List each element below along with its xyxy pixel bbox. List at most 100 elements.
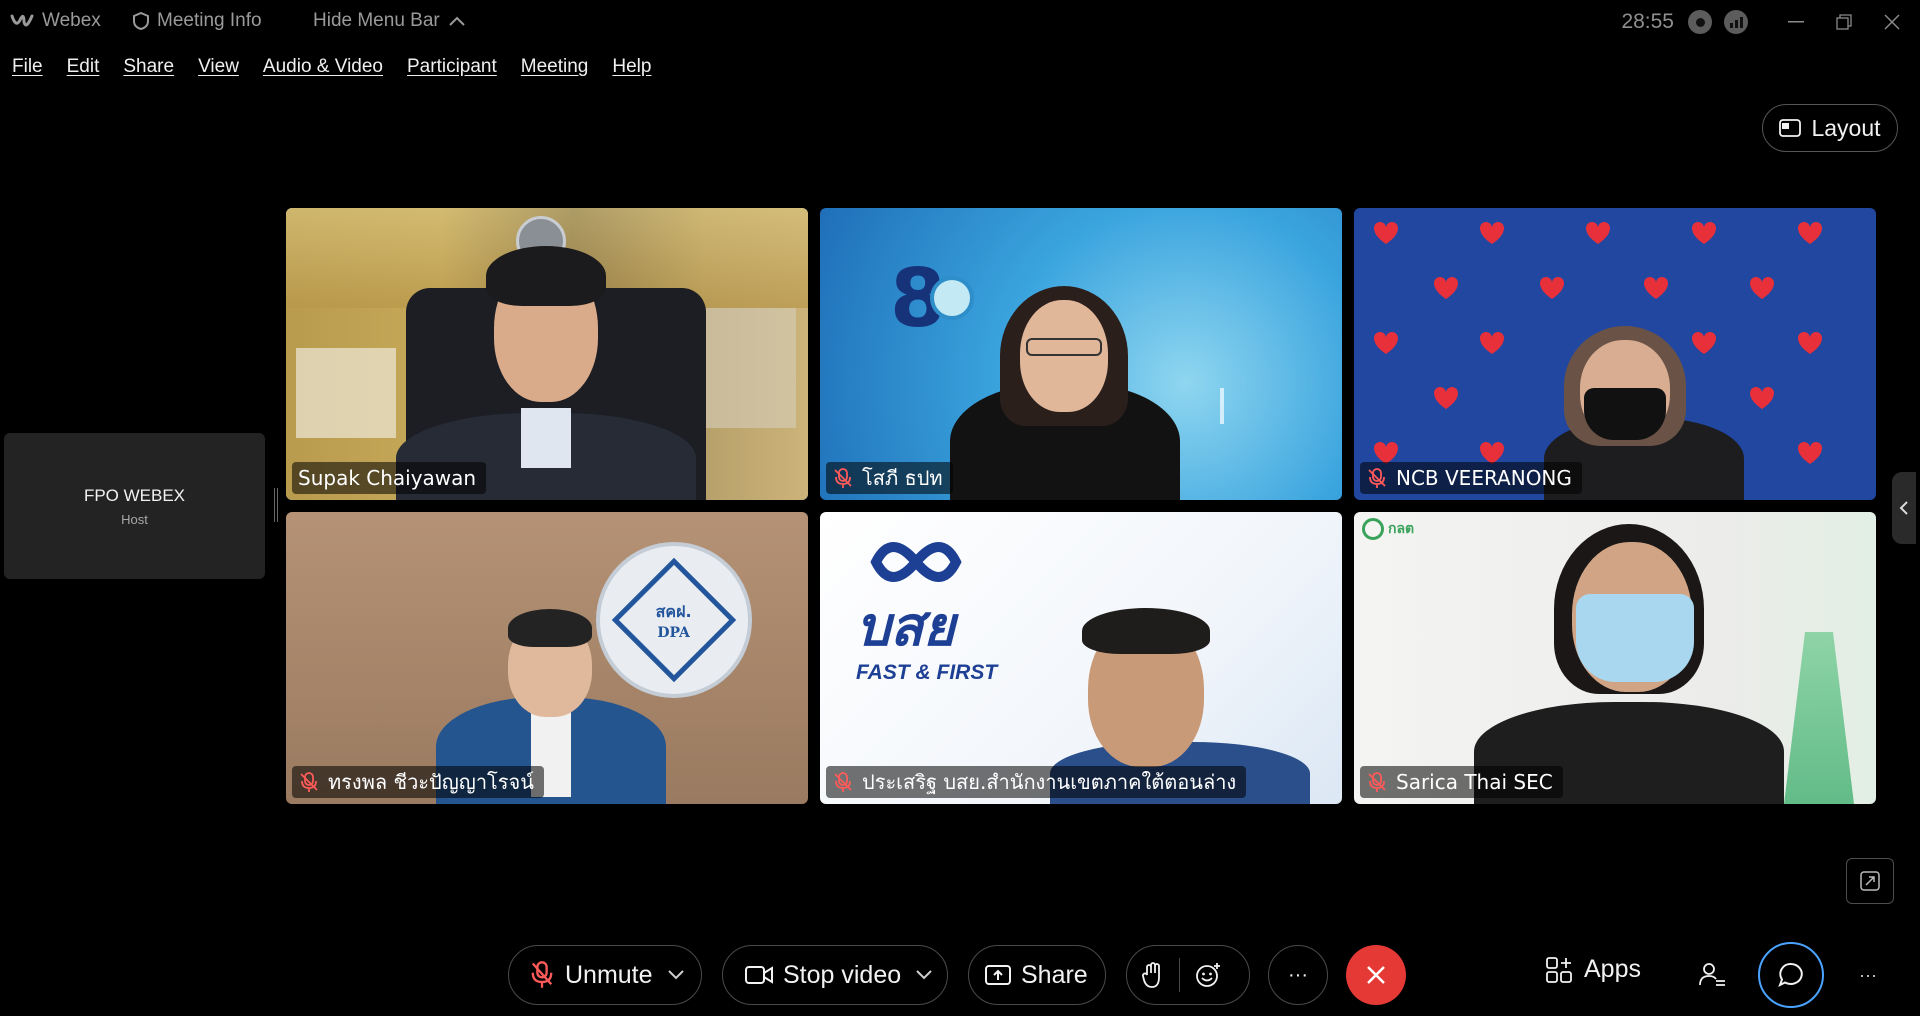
layout-label: Layout [1811, 114, 1881, 141]
mic-muted-icon [834, 468, 852, 488]
menu-help[interactable]: Help [612, 56, 651, 78]
share-button[interactable]: Share [968, 945, 1106, 1005]
panel-splitter[interactable] [274, 488, 278, 522]
apps-grid-icon [1546, 956, 1572, 983]
video-feed: 8 [820, 208, 1342, 500]
unmute-label: Unmute [565, 960, 653, 989]
collapse-panel-button[interactable] [1892, 472, 1916, 544]
meeting-info-label: Meeting Info [157, 10, 262, 31]
chat-button[interactable] [1758, 942, 1824, 1008]
recording-indicator-icon[interactable] [1688, 10, 1712, 34]
chevron-left-icon [1899, 501, 1908, 515]
apps-label: Apps [1584, 955, 1641, 983]
fullscreen-button[interactable] [1846, 858, 1894, 904]
chevron-down-icon[interactable] [667, 969, 685, 981]
participant-label: โสภี ธปท [826, 462, 953, 494]
chat-bubble-icon [1778, 963, 1803, 988]
leave-meeting-button[interactable] [1346, 945, 1406, 1005]
participant-name: NCB VEERANONG [1396, 466, 1572, 490]
participant-label: NCB VEERANONG [1360, 462, 1582, 494]
participants-icon [1699, 963, 1725, 986]
hide-menu-bar-button[interactable]: Hide Menu Bar [313, 10, 466, 32]
video-camera-icon [745, 966, 773, 984]
menu-audio-video[interactable]: Audio & Video [263, 56, 383, 78]
video-tile[interactable]: Supak Chaiyawan [286, 208, 808, 500]
mic-muted-icon [1368, 772, 1386, 792]
close-icon [1367, 966, 1385, 984]
bot-80-logo: 8 [880, 238, 980, 345]
more-options-label: ··· [1288, 963, 1308, 986]
hide-menu-label: Hide Menu Bar [313, 10, 440, 31]
restore-button[interactable] [1822, 0, 1866, 44]
bsy-logo-text: บสย [856, 595, 955, 658]
participant-label: Supak Chaiyawan [292, 462, 487, 494]
participant-name: โสภี ธปท [862, 466, 943, 490]
mic-muted-icon [1368, 468, 1386, 488]
host-card[interactable]: FPO WEBEX Host [4, 433, 265, 579]
participant-name: ประเสริฐ บสย.สำนักงานเขตภาคใต้ตอนล่าง [862, 770, 1237, 794]
close-icon [1884, 14, 1900, 30]
bsy-infinity-logo [870, 542, 962, 582]
more-menu-button[interactable]: ··· [1838, 945, 1898, 1005]
minimize-button[interactable] [1774, 0, 1818, 44]
stop-video-label: Stop video [783, 960, 902, 989]
reactions-icon[interactable] [1194, 961, 1222, 989]
mic-muted-icon [531, 961, 553, 988]
sec-logo: กลต [1362, 518, 1414, 540]
participant-label: ประเสริฐ บสย.สำนักงานเขตภาคใต้ตอนล่าง [826, 766, 1247, 798]
participants-button[interactable] [1682, 945, 1742, 1005]
webex-logo-icon [10, 14, 34, 27]
share-screen-icon [985, 965, 1011, 985]
participant-label: Sarica Thai SEC [1360, 766, 1563, 798]
mic-muted-icon [834, 772, 852, 792]
share-label: Share [1021, 960, 1088, 989]
bsy-logo: บสย FAST & FIRST [856, 532, 1026, 685]
dpa-seal-name: สคฝ. [656, 601, 692, 621]
stop-video-button[interactable]: Stop video [722, 945, 948, 1005]
menu-bar: File Edit Share View Audio & Video Parti… [0, 50, 663, 84]
apps-button[interactable]: Apps [1546, 955, 1641, 984]
reactions-group [1126, 945, 1250, 1005]
app-title: Webex [10, 10, 101, 32]
minimize-icon [1788, 21, 1804, 23]
title-bar: Webex Meeting Info Hide Menu Bar 28:55 [0, 0, 1920, 44]
mic-muted-icon [300, 772, 318, 792]
sec-logo-text: กลต [1388, 521, 1415, 537]
dpa-seal-logo: สคฝ. DPA [596, 542, 752, 698]
menu-view[interactable]: View [198, 56, 239, 78]
layout-icon [1779, 119, 1802, 137]
video-tile[interactable]: สคฝ. DPA ทรงพล ชีวะปัญญาโรจน์ [286, 512, 808, 804]
network-stats-icon[interactable] [1724, 10, 1748, 34]
video-feed: กลต [1354, 512, 1876, 804]
shield-icon [133, 12, 149, 30]
close-window-button[interactable] [1870, 0, 1914, 44]
meeting-timer: 28:55 [1621, 10, 1674, 33]
more-options-button[interactable]: ··· [1268, 945, 1328, 1005]
video-tile[interactable]: กลต Sarica Thai SEC [1354, 512, 1876, 804]
dpa-seal-abbr: DPA [657, 624, 691, 641]
menu-edit[interactable]: Edit [67, 56, 100, 78]
restore-icon [1836, 14, 1852, 30]
menu-participant[interactable]: Participant [407, 56, 497, 78]
participant-name: ทรงพล ชีวะปัญญาโรจน์ [328, 770, 534, 794]
raise-hand-icon[interactable] [1141, 961, 1165, 989]
host-name: FPO WEBEX [83, 485, 186, 505]
video-feed: สคฝ. DPA [286, 512, 808, 804]
participant-label: ทรงพล ชีวะปัญญาโรจน์ [292, 766, 544, 798]
video-tile[interactable]: NCB VEERANONG [1354, 208, 1876, 500]
bsy-tagline: FAST & FIRST [856, 661, 998, 684]
video-tile[interactable]: 8 โสภี ธปท [820, 208, 1342, 500]
chevron-up-icon [449, 16, 465, 26]
chevron-down-icon[interactable] [915, 969, 933, 981]
meeting-info-button[interactable]: Meeting Info [133, 10, 262, 32]
video-feed [1354, 208, 1876, 500]
menu-meeting[interactable]: Meeting [521, 56, 589, 78]
host-role: Host [121, 511, 148, 527]
menu-share[interactable]: Share [123, 56, 174, 78]
video-tile[interactable]: บสย FAST & FIRST ประเสริฐ บสย.สำนักงานเข… [820, 512, 1342, 804]
participant-name: Supak Chaiyawan [298, 466, 477, 490]
layout-button[interactable]: Layout [1762, 104, 1898, 152]
app-name: Webex [42, 10, 101, 31]
unmute-button[interactable]: Unmute [508, 945, 702, 1005]
menu-file[interactable]: File [12, 56, 43, 78]
